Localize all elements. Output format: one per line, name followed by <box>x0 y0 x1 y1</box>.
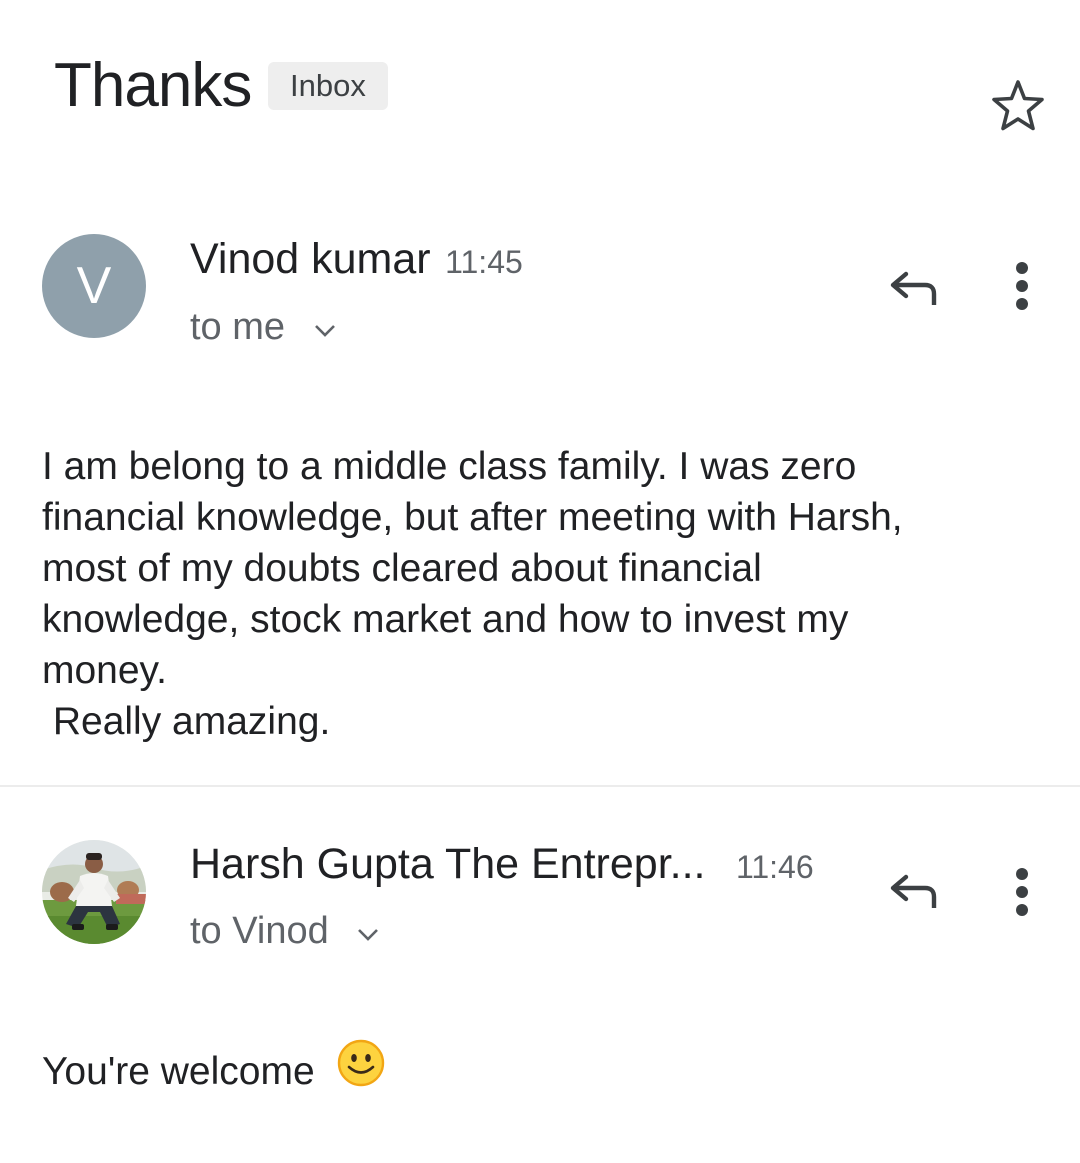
recipient-toggle[interactable]: to me <box>190 304 336 350</box>
body-line: financial knowledge, but after meeting w… <box>42 496 903 539</box>
email-subject: Thanks <box>54 51 252 120</box>
more-vert-icon[interactable] <box>990 254 1054 318</box>
inbox-label-chip[interactable]: Inbox <box>268 62 388 110</box>
sender-name[interactable]: Harsh Gupta The Entrepr... <box>190 840 705 888</box>
message-divider <box>0 785 1080 787</box>
recipient-text: to Vinod <box>190 910 329 952</box>
sender-avatar-photo[interactable] <box>42 840 146 944</box>
message-header: Harsh Gupta The Entrepr... 11:46 <box>190 838 814 890</box>
recipient-text: to me <box>190 306 286 348</box>
sender-name[interactable]: Vinod kumar <box>190 235 431 283</box>
body-line: knowledge, stock market and how to inves… <box>42 598 849 641</box>
chevron-down-icon <box>314 303 336 349</box>
message-body: I am belong to a middle class family. I … <box>42 441 1052 747</box>
more-vert-icon[interactable] <box>990 860 1054 924</box>
message-header: Vinod kumar 11:45 <box>190 233 523 285</box>
body-line: Really amazing. <box>42 700 331 743</box>
body-line: I am belong to a middle class family. I … <box>42 445 857 488</box>
body-line: most of my doubts cleared about financia… <box>42 547 762 590</box>
reply-icon[interactable] <box>881 859 945 923</box>
sender-avatar[interactable]: V <box>42 234 146 338</box>
recipient-toggle[interactable]: to Vinod <box>190 908 379 954</box>
reply-icon[interactable] <box>881 256 945 320</box>
message-time: 11:46 <box>735 849 814 885</box>
smiley-emoji-icon <box>336 1038 386 1101</box>
chevron-down-icon <box>357 907 379 953</box>
body-line: money. <box>42 649 167 692</box>
body-text: You're welcome <box>42 1050 315 1093</box>
message-time: 11:45 <box>445 244 523 280</box>
star-icon[interactable] <box>990 78 1046 132</box>
message-body: You're welcome <box>42 1040 386 1101</box>
